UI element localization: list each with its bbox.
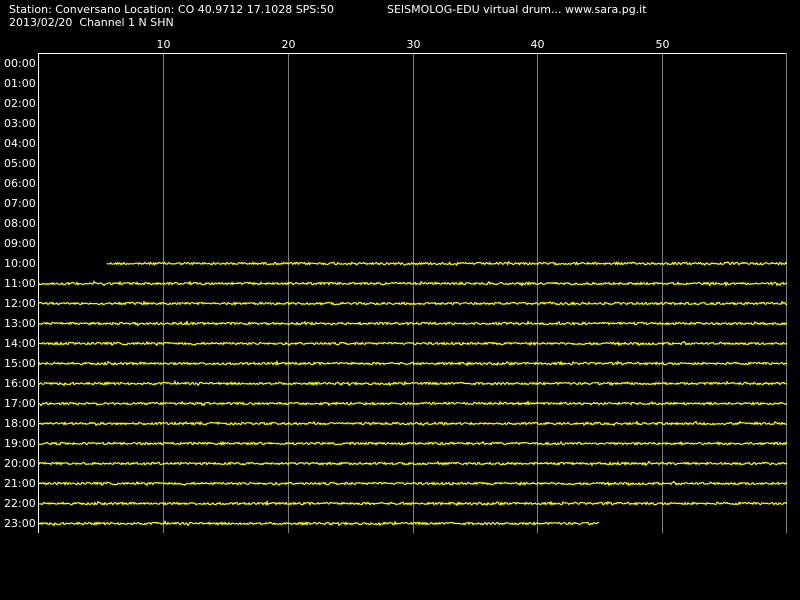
hour-row-label: 01:00 xyxy=(4,77,36,90)
grid-layer xyxy=(163,53,663,533)
seismic-trace-1000 xyxy=(106,260,788,267)
hour-row-label: 07:00 xyxy=(4,197,36,210)
hour-row-label: 15:00 xyxy=(4,357,36,370)
hour-row-label: 14:00 xyxy=(4,337,36,350)
seismic-trace-1900 xyxy=(37,440,787,447)
seismic-trace-1800 xyxy=(37,420,788,427)
hour-row-label: 09:00 xyxy=(4,237,36,250)
hour-row-label: 08:00 xyxy=(4,217,36,230)
hour-row-label: 11:00 xyxy=(4,277,36,290)
x-tick-label: 40 xyxy=(531,38,545,51)
seismic-trace-1400 xyxy=(37,340,788,347)
hour-row-label: 19:00 xyxy=(4,437,36,450)
hour-row-label: 17:00 xyxy=(4,397,36,410)
x-tick-label: 20 xyxy=(282,38,296,51)
seismic-trace-1500 xyxy=(37,359,788,367)
hour-row-label: 20:00 xyxy=(4,457,36,470)
x-tick-label: 30 xyxy=(407,38,421,51)
x-tick-label: 10 xyxy=(157,38,171,51)
x-tick-label: 50 xyxy=(656,38,670,51)
seismic-trace-1100 xyxy=(37,280,788,288)
hour-row-label: 22:00 xyxy=(4,497,36,510)
hour-row-label: 21:00 xyxy=(4,477,36,490)
seismic-trace-1300 xyxy=(37,319,788,327)
hour-row-label: 03:00 xyxy=(4,117,36,130)
seismic-trace-2200 xyxy=(37,499,788,507)
hour-row-label: 05:00 xyxy=(4,157,36,170)
seismic-trace-2300 xyxy=(37,519,600,527)
hour-row-label: 18:00 xyxy=(4,417,36,430)
seismic-trace-1200 xyxy=(37,300,788,306)
hour-row-label: 23:00 xyxy=(4,517,36,530)
hour-row-label: 06:00 xyxy=(4,177,36,190)
trace-layer xyxy=(37,260,788,527)
seismic-trace-1600 xyxy=(37,379,788,387)
seismic-trace-2000 xyxy=(37,460,788,467)
hour-row-label: 12:00 xyxy=(4,297,36,310)
hour-row-label: 00:00 xyxy=(4,57,36,70)
axis-layer xyxy=(38,53,787,533)
hour-row-label: 16:00 xyxy=(4,377,36,390)
hour-row-label: 02:00 xyxy=(4,97,36,110)
hour-row-label: 04:00 xyxy=(4,137,36,150)
seismic-trace-2100 xyxy=(37,480,788,487)
hour-row-label: 10:00 xyxy=(4,257,36,270)
hour-row-label: 13:00 xyxy=(4,317,36,330)
seismic-drum-chart: 10 20 30 40 50 00:00 01:00 02:00 03:00 04:00 05:00… xyxy=(4,38,788,533)
seismic-trace-1700 xyxy=(37,400,788,407)
